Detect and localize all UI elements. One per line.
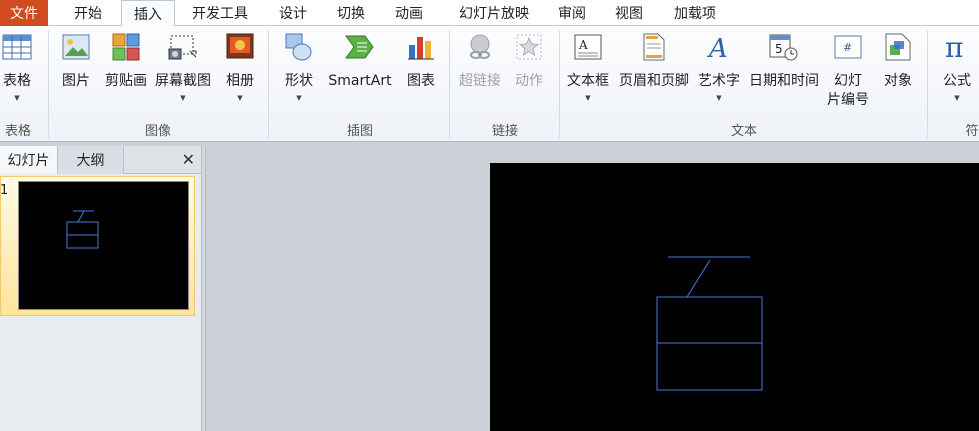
- group-label-text: 文本: [730, 124, 757, 139]
- group-label-illustrations: 插图: [346, 124, 373, 139]
- table-button[interactable]: 表格 ▼: [0, 30, 48, 116]
- equation-button[interactable]: π 公式 ▼: [938, 30, 976, 116]
- smartart-label: SmartArt: [328, 73, 392, 89]
- shapes-label: 形状: [285, 73, 313, 89]
- slide-thumbnail[interactable]: [18, 181, 189, 310]
- action-label: 动作: [515, 73, 543, 89]
- date-time-label: 日期和时间: [749, 73, 819, 89]
- hyperlink-label: 超链接: [459, 73, 501, 89]
- tab-home[interactable]: 开始: [58, 0, 118, 26]
- chevron-down-icon: ▼: [14, 94, 20, 102]
- svg-text:π: π: [945, 33, 963, 61]
- group-label-images: 图像: [144, 124, 171, 139]
- album-button[interactable]: 相册 ▼: [220, 30, 260, 116]
- pane-tabs: 幻灯片 大纲 ✕: [0, 146, 201, 174]
- slide-number-label: 幻灯 片编号: [827, 73, 869, 108]
- group-label-links: 链接: [491, 124, 518, 139]
- wordart-icon: A: [704, 32, 734, 62]
- album-label: 相册: [226, 73, 254, 89]
- header-footer-icon: [639, 32, 669, 62]
- svg-text:A: A: [707, 34, 728, 61]
- group-separator: [559, 30, 560, 138]
- group-separator: [48, 30, 49, 138]
- slide-shapes: [656, 256, 763, 391]
- wordart-label: 艺术字: [698, 73, 740, 89]
- shapes-icon: [284, 32, 314, 62]
- screenshot-icon: [168, 32, 198, 62]
- tab-animations[interactable]: 动画: [386, 0, 432, 26]
- tab-outline[interactable]: 大纲: [58, 146, 124, 174]
- table-icon: [2, 32, 32, 62]
- close-icon[interactable]: ✕: [182, 150, 195, 169]
- hyperlink-icon: [465, 32, 495, 62]
- slanted-line-shape[interactable]: [686, 259, 711, 298]
- clipart-label: 剪贴画: [105, 73, 147, 89]
- chevron-down-icon: ▼: [296, 94, 302, 102]
- screenshot-label: 屏幕截图: [155, 73, 211, 89]
- svg-text:#: #: [843, 41, 852, 54]
- tab-developer[interactable]: 开发工具: [180, 0, 260, 26]
- tab-view[interactable]: 视图: [606, 0, 652, 26]
- equation-label: 公式: [943, 73, 971, 89]
- clipart-button[interactable]: 剪贴画: [102, 30, 150, 116]
- tab-review[interactable]: 审阅: [549, 0, 595, 26]
- slide-canvas[interactable]: [490, 163, 979, 431]
- group-label-tables: 表格: [4, 124, 31, 139]
- header-footer-label: 页眉和页脚: [619, 73, 689, 89]
- chevron-down-icon: ▼: [954, 94, 960, 102]
- tab-addins[interactable]: 加载项: [664, 0, 726, 26]
- chart-button[interactable]: 图表: [402, 30, 440, 116]
- header-footer-button[interactable]: 页眉和页脚: [615, 30, 693, 116]
- clipart-icon: [111, 32, 141, 62]
- tab-slideshow[interactable]: 幻灯片放映: [446, 0, 542, 26]
- chevron-down-icon: ▼: [237, 94, 243, 102]
- table-label: 表格: [3, 73, 31, 89]
- chevron-down-icon: ▼: [716, 94, 722, 102]
- slide-number-button[interactable]: # 幻灯 片编号: [826, 30, 870, 116]
- picture-icon: [61, 32, 91, 62]
- group-label-symbols: 符: [965, 124, 979, 139]
- textbox-icon: A: [573, 32, 603, 62]
- calendar-clock-icon: 5: [769, 32, 799, 62]
- slides-pane: 幻灯片 大纲 ✕ 1: [0, 146, 201, 431]
- slide-number-icon: #: [833, 32, 863, 62]
- action-button[interactable]: 动作: [510, 30, 548, 116]
- chevron-down-icon: ▼: [585, 94, 591, 102]
- action-star-icon: [514, 32, 544, 62]
- ribbon-tab-bar: 文件 开始 插入 开发工具 设计 切换 动画 幻灯片放映 审阅 视图 加载项: [0, 0, 979, 27]
- hyperlink-button[interactable]: 超链接: [456, 30, 504, 116]
- picture-button[interactable]: 图片: [56, 30, 96, 116]
- picture-label: 图片: [62, 73, 90, 89]
- group-separator: [449, 30, 450, 138]
- shapes-button[interactable]: 形状 ▼: [280, 30, 318, 116]
- pane-splitter[interactable]: [201, 146, 206, 431]
- chart-icon: [406, 32, 436, 62]
- textbox-button[interactable]: A 文本框 ▼: [565, 30, 611, 116]
- svg-text:5: 5: [775, 42, 783, 56]
- pi-icon: π: [942, 32, 972, 62]
- chevron-down-icon: ▼: [180, 94, 186, 102]
- tab-transitions[interactable]: 切换: [328, 0, 374, 26]
- thumbnail-shapes: [66, 210, 99, 249]
- textbox-label: 文本框: [567, 73, 609, 89]
- smartart-button[interactable]: SmartArt: [324, 30, 396, 116]
- slide-number: 1: [0, 183, 9, 198]
- ribbon-insert: 表格 ▼ 表格 图片 剪贴画 屏幕截图 ▼ 相册 ▼ 图像 形状 ▼ Smart…: [0, 26, 979, 142]
- tab-file[interactable]: 文件: [0, 0, 48, 26]
- object-button[interactable]: 对象: [878, 30, 918, 116]
- svg-text:A: A: [578, 38, 588, 52]
- group-separator: [927, 30, 928, 138]
- tab-insert[interactable]: 插入: [121, 0, 175, 27]
- object-icon: [883, 32, 913, 62]
- date-time-button[interactable]: 5 日期和时间: [746, 30, 822, 116]
- object-label: 对象: [884, 73, 912, 89]
- tab-design[interactable]: 设计: [270, 0, 316, 26]
- screenshot-button[interactable]: 屏幕截图 ▼: [152, 30, 214, 116]
- wordart-button[interactable]: A 艺术字 ▼: [695, 30, 743, 116]
- photo-album-icon: [225, 32, 255, 62]
- chart-label: 图表: [407, 73, 435, 89]
- smartart-icon: [345, 32, 375, 62]
- tab-slides[interactable]: 幻灯片: [0, 146, 58, 174]
- group-separator: [268, 30, 269, 138]
